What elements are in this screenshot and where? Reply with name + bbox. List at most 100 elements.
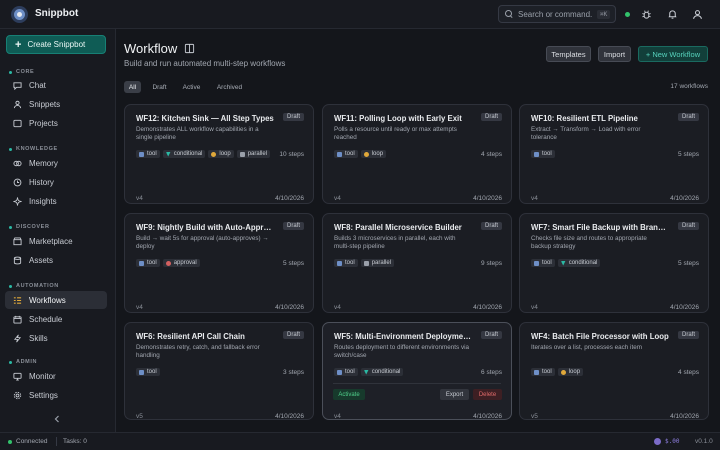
shortcut-hint: ⌘K bbox=[597, 9, 611, 19]
sidebar-item-insights[interactable]: Insights bbox=[5, 192, 107, 210]
step-count: 5 steps bbox=[678, 151, 699, 158]
sidebar-item-schedule[interactable]: Schedule bbox=[5, 310, 107, 328]
tool-icon bbox=[534, 151, 539, 157]
approval-icon bbox=[165, 260, 171, 266]
tab-draft[interactable]: Draft bbox=[148, 81, 171, 93]
workflow-title: WF10: Resilient ETL Pipeline bbox=[531, 114, 638, 123]
sidebar-item-history[interactable]: History bbox=[5, 173, 107, 191]
tag-tool: tool bbox=[531, 150, 555, 158]
workflow-card[interactable]: WF5: Multi-Environment Deployment Router… bbox=[322, 322, 512, 420]
workflow-card[interactable]: WF7: Smart File Backup with Branching Dra… bbox=[519, 213, 709, 313]
sidebar-item-marketplace[interactable]: Marketplace bbox=[5, 232, 107, 250]
sidebar-item-skills[interactable]: Skills bbox=[5, 329, 107, 347]
sidebar-item-label: Chat bbox=[29, 80, 46, 90]
workflow-card[interactable]: WF4: Batch File Processor with Loop Draft… bbox=[519, 322, 709, 420]
loop-icon bbox=[211, 151, 217, 157]
delete-button[interactable]: Delete bbox=[473, 389, 502, 400]
workflow-version: v5 bbox=[531, 413, 538, 420]
conditional-icon bbox=[560, 260, 566, 266]
tool-icon bbox=[139, 260, 144, 266]
cost-value: $.00 bbox=[665, 438, 680, 445]
clock-icon bbox=[13, 178, 22, 186]
tag-parallel: parallel bbox=[236, 150, 271, 158]
workflow-description: Demonstrates retry, catch, and fallback … bbox=[136, 344, 260, 359]
workflow-card[interactable]: WF10: Resilient ETL Pipeline Draft Extract… bbox=[519, 104, 709, 204]
workflow-card[interactable]: WF8: Parallel Microservice Builder Draft B… bbox=[322, 213, 512, 313]
user-icon[interactable] bbox=[692, 9, 703, 20]
tag-label: loop bbox=[371, 151, 384, 157]
tool-icon bbox=[337, 151, 342, 157]
sidebar-item-workflows[interactable]: Workflows bbox=[5, 291, 107, 309]
export-button[interactable]: Export bbox=[440, 389, 469, 400]
section-label-admin: ADMIN bbox=[9, 359, 37, 365]
brain-icon bbox=[13, 160, 22, 166]
create-snippbot-button[interactable]: + Create Snippbot bbox=[6, 35, 106, 54]
snippbot-logo-icon bbox=[11, 6, 28, 23]
workflow-card[interactable]: WF6: Resilient API Call Chain Draft Demons… bbox=[124, 322, 314, 420]
tag-label: parallel bbox=[247, 151, 268, 157]
sidebar-item-settings[interactable]: Settings bbox=[5, 386, 107, 404]
templates-button[interactable]: Templates bbox=[546, 46, 591, 62]
tag-tool: tool bbox=[136, 368, 160, 376]
collapse-sidebar-chevron-icon[interactable] bbox=[52, 414, 62, 424]
step-type-tags: tool bbox=[531, 150, 555, 158]
parallel-icon bbox=[363, 260, 369, 266]
docs-book-icon[interactable] bbox=[184, 43, 195, 54]
tag-label: conditional bbox=[173, 151, 203, 157]
section-label-automation: AUTOMATION bbox=[9, 283, 59, 289]
bell-icon[interactable] bbox=[667, 9, 678, 20]
sidebar-item-projects[interactable]: Projects bbox=[5, 114, 107, 132]
tag-conditional: conditional bbox=[360, 368, 404, 376]
tag-tool: tool bbox=[531, 368, 555, 376]
sidebar-item-label: History bbox=[29, 177, 54, 187]
step-count: 10 steps bbox=[279, 151, 304, 158]
workflow-version: v4 bbox=[531, 304, 538, 311]
tab-archived[interactable]: Archived bbox=[212, 81, 247, 93]
sidebar-item-monitor[interactable]: Monitor bbox=[5, 367, 107, 385]
step-type-tags: tool conditional bbox=[531, 259, 601, 267]
sidebar-item-label: Snippets bbox=[29, 99, 61, 109]
status-badge: Draft bbox=[282, 331, 304, 339]
sidebar-item-label: Schedule bbox=[29, 314, 63, 324]
sidebar-item-assets[interactable]: Assets bbox=[5, 251, 107, 269]
step-type-tags: tool bbox=[136, 368, 160, 376]
online-status-indicator bbox=[625, 12, 630, 17]
sidebar-item-snippets[interactable]: Snippets bbox=[5, 95, 107, 113]
workflow-card[interactable]: WF9: Nightly Build with Auto-Approve Draf… bbox=[124, 213, 314, 313]
workflow-title: WF11: Polling Loop with Early Exit bbox=[334, 114, 462, 123]
gear-icon bbox=[13, 391, 22, 399]
workflow-card[interactable]: WF11: Polling Loop with Early Exit Draft P… bbox=[322, 104, 512, 204]
workflow-card[interactable]: WF12: Kitchen Sink — All Step Types Draft… bbox=[124, 104, 314, 204]
sidebar-item-chat[interactable]: Chat bbox=[5, 76, 107, 94]
status-badge: Draft bbox=[480, 331, 502, 339]
tag-label: tool bbox=[542, 260, 552, 266]
command-search[interactable]: ⌘K bbox=[498, 5, 616, 23]
tab-active[interactable]: Active bbox=[179, 81, 204, 93]
app-title: Snippbot bbox=[35, 8, 79, 19]
tag-loop: loop bbox=[208, 150, 234, 158]
step-type-tags: tool conditional loop parallel bbox=[136, 150, 271, 158]
connection-status: Connected bbox=[16, 438, 48, 445]
sidebar-item-label: Projects bbox=[29, 118, 58, 128]
activate-button[interactable]: Activate bbox=[333, 389, 365, 400]
status-badge: Draft bbox=[480, 113, 502, 121]
workflow-count: 17 workflows bbox=[670, 83, 708, 90]
sidebar-item-memory[interactable]: Memory bbox=[5, 154, 107, 172]
import-button[interactable]: Import bbox=[598, 46, 631, 62]
database-icon bbox=[13, 256, 22, 264]
tool-icon bbox=[534, 260, 539, 266]
step-count: 6 steps bbox=[481, 369, 502, 376]
workflow-version: v4 bbox=[136, 195, 143, 202]
divider bbox=[333, 383, 501, 384]
workflow-title: WF4: Batch File Processor with Loop bbox=[531, 332, 669, 341]
tab-all[interactable]: All bbox=[124, 81, 141, 93]
step-type-tags: tool parallel bbox=[334, 259, 395, 267]
lightning-icon bbox=[13, 334, 22, 342]
new-workflow-button[interactable]: + New Workflow bbox=[638, 46, 708, 62]
search-input[interactable] bbox=[518, 9, 592, 19]
workflow-icon bbox=[13, 296, 22, 304]
bug-icon[interactable] bbox=[641, 9, 652, 20]
workflow-date: 4/10/2026 bbox=[275, 195, 304, 202]
workflow-date: 4/10/2026 bbox=[473, 195, 502, 202]
tag-label: tool bbox=[542, 369, 552, 375]
